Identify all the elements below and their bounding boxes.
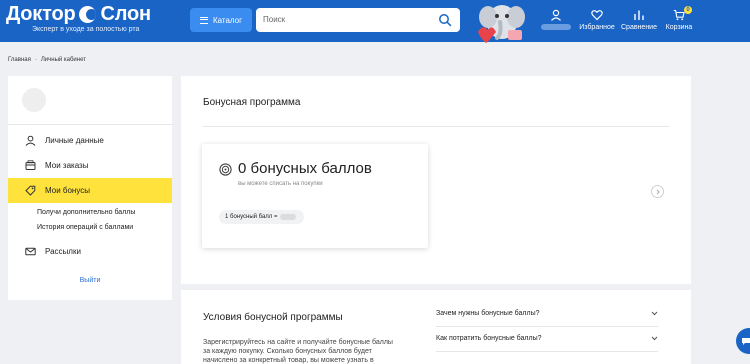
sidebar-item-label: Личные данные: [45, 136, 104, 145]
faq-question: Как потратить бонусные баллы?: [436, 335, 542, 342]
section-divider: [203, 126, 669, 127]
menu-icon: [199, 16, 208, 24]
logout-link[interactable]: Выйти: [8, 277, 172, 284]
logo-text-right: Слон: [100, 3, 151, 25]
orders-icon: [25, 160, 35, 170]
chevron-down-icon: [651, 336, 658, 341]
section-title: Бонусная программа: [203, 97, 301, 108]
section-title: Условия бонусной программы: [203, 312, 343, 323]
bonus-rate-value-blurred: [280, 214, 297, 220]
account-button[interactable]: [534, 9, 578, 30]
bonus-program-section: Бонусная программа 0 бонусных баллов вы …: [181, 76, 691, 284]
favorites-button[interactable]: Избранное: [575, 9, 619, 31]
site-header: Доктор Слон Эксперт в уходе за полостью …: [0, 0, 750, 43]
cart-button[interactable]: 0 Корзина: [657, 6, 701, 31]
coin-icon: [219, 163, 232, 176]
sidebar-subitem-extra-points[interactable]: Получи дополнительно баллы: [37, 209, 135, 216]
elephant-logo-icon: [79, 5, 97, 23]
compare-label: Сравнение: [621, 24, 657, 31]
logo-text-left: Доктор: [6, 3, 76, 25]
tag-icon: [24, 185, 35, 196]
chat-button[interactable]: [736, 328, 750, 354]
bonus-subtitle: вы можете списать на покупки: [238, 181, 323, 187]
chat-icon: [742, 338, 750, 345]
cart-label: Корзина: [665, 24, 693, 31]
avatar[interactable]: [22, 88, 46, 112]
catalog-button-label: Каталог: [212, 15, 243, 25]
sidebar-item-label: Рассылки: [45, 247, 81, 256]
elephant-mascot-image: [478, 5, 525, 43]
account-name-blurred: [541, 24, 571, 30]
logo-tagline: Эксперт в уходе за полостью рта: [32, 26, 140, 33]
chevron-down-icon: [651, 311, 658, 316]
bonus-balance-card: 0 бонусных баллов вы можете списать на п…: [202, 144, 428, 248]
sidebar-item-label: Мои заказы: [45, 161, 89, 170]
next-arrow-button[interactable]: [651, 185, 664, 198]
breadcrumb-current: Личный кабинет: [40, 57, 86, 63]
sidebar-item-mailings[interactable]: Рассылки: [8, 239, 172, 264]
sidebar-item-label: Мои бонусы: [45, 186, 91, 195]
user-icon: [551, 9, 561, 21]
conditions-text: Зарегистрируйтесь на сайте и получайте б…: [203, 339, 393, 364]
compare-button[interactable]: Сравнение: [617, 9, 661, 31]
catalog-button[interactable]: Каталог: [190, 8, 252, 32]
sidebar-item-personal-data[interactable]: Личные данные: [8, 128, 172, 153]
search-input[interactable]: Поиск: [256, 8, 460, 32]
faq-question: Зачем нужны бонусные баллы?: [436, 310, 540, 317]
sidebar-subitem-history[interactable]: История операций с баллами: [37, 224, 133, 231]
bonus-rate-chip: 1 бонусный балл =: [219, 210, 305, 224]
faq-item[interactable]: Зачем нужны бонусные баллы?: [436, 301, 658, 326]
search-icon[interactable]: [438, 13, 452, 27]
sidebar-divider: [8, 124, 172, 125]
breadcrumb: Главная - Личный кабинет: [8, 57, 86, 63]
logo[interactable]: Доктор Слон Эксперт в уходе за полостью …: [6, 3, 151, 34]
user-icon: [25, 135, 35, 146]
sidebar-item-orders[interactable]: Мои заказы: [8, 153, 172, 178]
mail-icon: [24, 247, 36, 256]
search-placeholder: Поиск: [263, 15, 286, 24]
bonus-conditions-section: Условия бонусной программы Зарегистрируй…: [181, 290, 691, 364]
compare-icon: [634, 10, 644, 20]
heart-icon: [591, 10, 603, 21]
cart-count-badge: 0: [684, 6, 692, 14]
favorites-label: Избранное: [579, 24, 615, 31]
breadcrumb-separator: -: [34, 57, 37, 63]
chevron-right-icon: [656, 189, 660, 194]
breadcrumb-home[interactable]: Главная: [8, 57, 31, 63]
faq-item[interactable]: Как потратить бонусные баллы?: [436, 326, 658, 351]
bonus-rate-label: 1 бонусный балл =: [225, 214, 278, 220]
account-sidebar: Личные данные Мои заказы Мои бонусы Полу…: [8, 76, 172, 300]
sidebar-item-bonuses[interactable]: Мои бонусы: [8, 178, 172, 203]
faq-divider: [436, 351, 658, 352]
bonus-amount: 0 бонусных баллов: [238, 160, 372, 177]
